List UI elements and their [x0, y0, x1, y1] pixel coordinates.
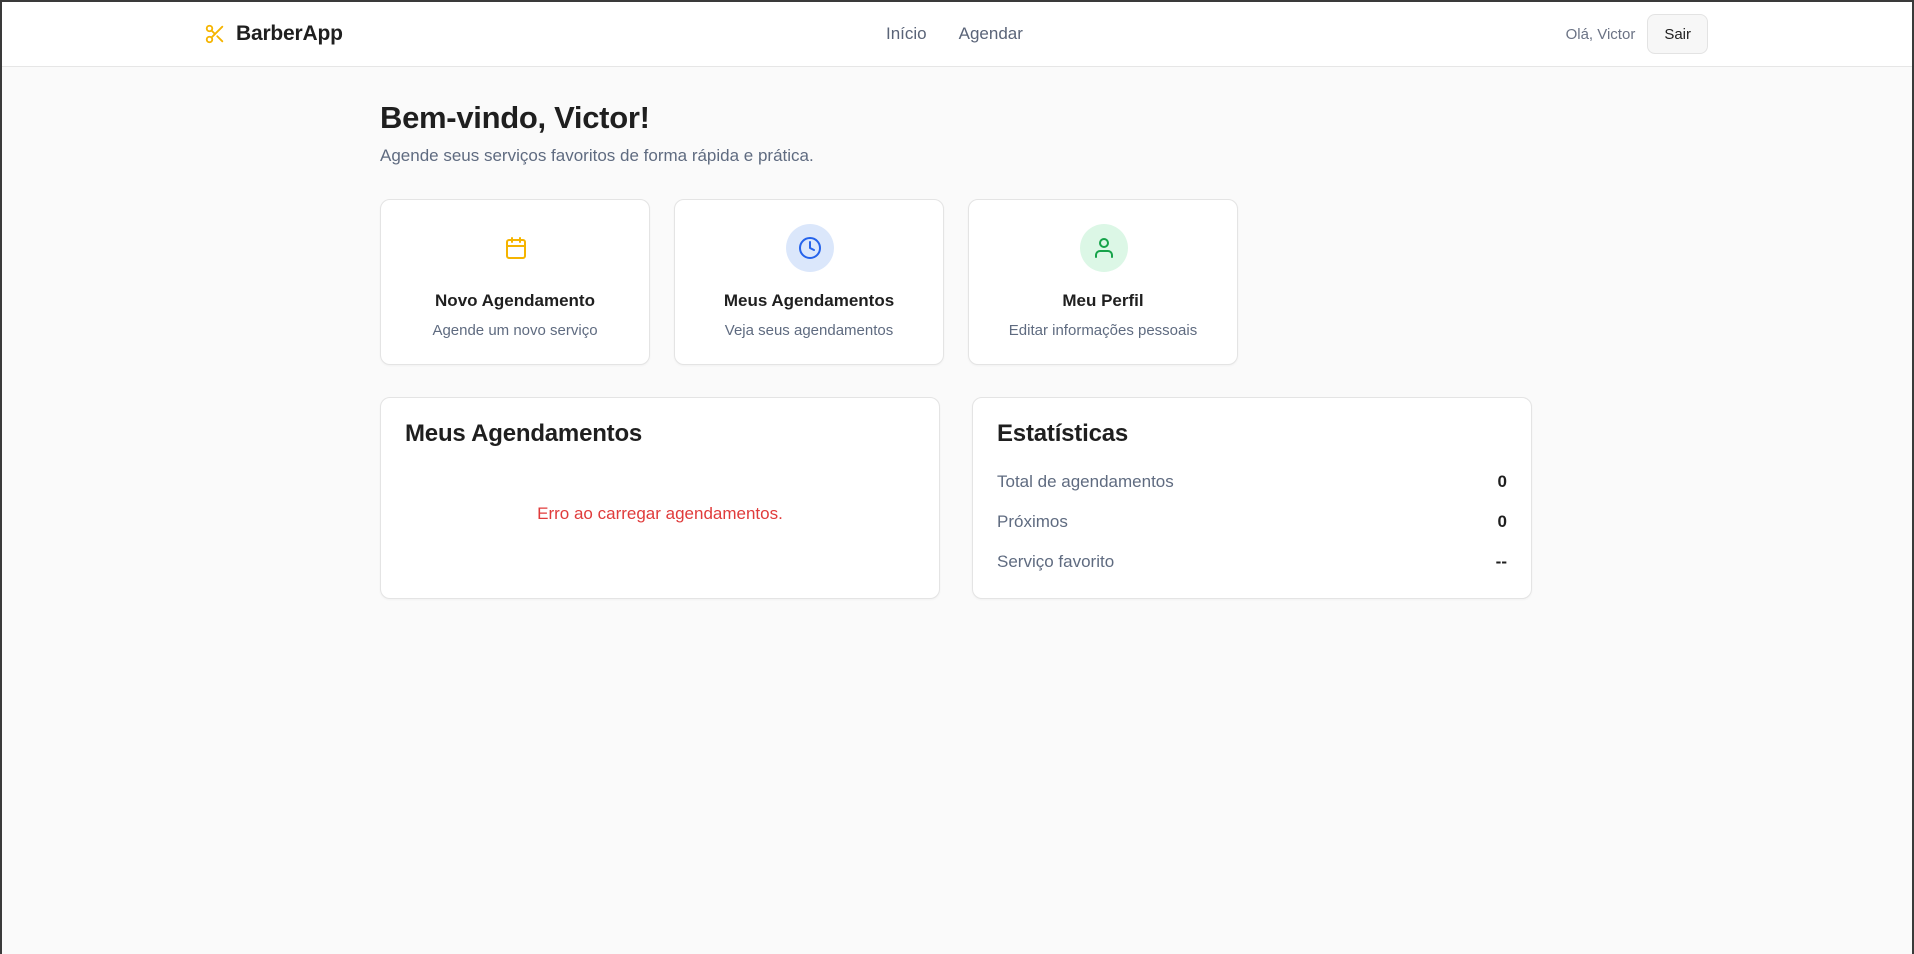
nav-link-agendar[interactable]: Agendar [959, 24, 1023, 44]
my-appointments-card[interactable]: Meus Agendamentos Veja seus agendamentos [674, 199, 944, 365]
new-appointment-card[interactable]: Novo Agendamento Agende um novo serviço [380, 199, 650, 365]
appointments-error-message: Erro ao carregar agendamentos. [537, 504, 783, 523]
stat-row-upcoming: Próximos 0 [997, 512, 1507, 532]
appointments-panel: Meus Agendamentos Erro ao carregar agend… [380, 397, 940, 599]
page-title: Bem-vindo, Victor! [380, 100, 650, 135]
card-description: Veja seus agendamentos [724, 322, 894, 339]
stat-label: Total de agendamentos [997, 472, 1174, 491]
brand[interactable]: BarberApp [204, 22, 343, 46]
brand-name: BarberApp [236, 22, 343, 45]
my-profile-card[interactable]: Meu Perfil Editar informações pessoais [968, 199, 1238, 365]
top-navbar: BarberApp Início Agendar Olá, Victor Sai… [0, 0, 1914, 67]
stat-value: 0 [1497, 472, 1507, 491]
user-greeting: Olá, Victor [1565, 25, 1636, 43]
stat-value: -- [1495, 552, 1507, 571]
stat-label: Próximos [997, 512, 1068, 531]
card-description: Agende um novo serviço [432, 322, 598, 339]
stats-panel-title: Estatísticas [997, 420, 1129, 447]
stat-label: Serviço favorito [997, 552, 1115, 571]
appointments-panel-title: Meus Agendamentos [405, 420, 643, 447]
user-icon [1080, 224, 1128, 272]
stat-row-total: Total de agendamentos 0 [997, 472, 1507, 492]
window-frame [0, 0, 1914, 954]
calendar-icon [492, 224, 540, 272]
user-area: Olá, Victor Sair [1566, 14, 1708, 54]
clock-icon [786, 224, 834, 272]
nav-link-inicio[interactable]: Início [886, 24, 927, 44]
card-title: Novo Agendamento [435, 291, 595, 310]
card-title: Meus Agendamentos [723, 291, 895, 310]
scissors-icon [204, 23, 226, 45]
stats-panel: Estatísticas Total de agendamentos 0 Pró… [972, 397, 1532, 599]
logout-button[interactable]: Sair [1647, 14, 1708, 54]
main-nav: Início Agendar [886, 24, 1023, 44]
page-subtitle: Agende seus serviços favoritos de forma … [380, 146, 814, 165]
card-title: Meu Perfil [1062, 291, 1144, 310]
card-description: Editar informações pessoais [1008, 322, 1198, 339]
stat-value: 0 [1497, 512, 1507, 531]
stat-row-favorite-service: Serviço favorito -- [997, 552, 1507, 572]
